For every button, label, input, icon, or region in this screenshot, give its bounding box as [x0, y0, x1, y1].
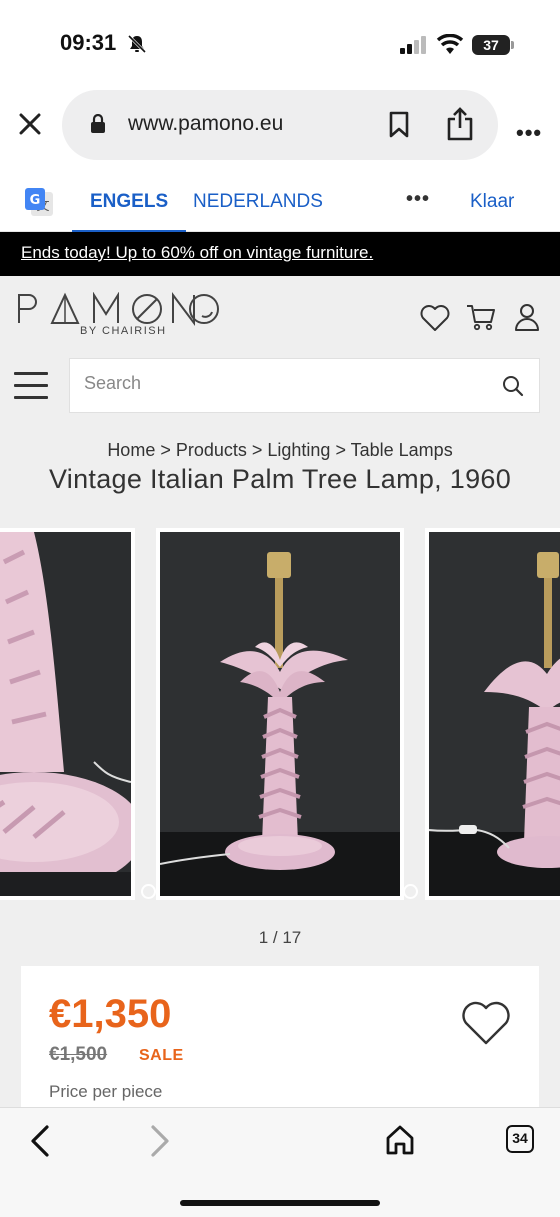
close-icon[interactable] — [18, 112, 42, 136]
menu-icon[interactable] — [14, 372, 48, 400]
current-price: €1,350 — [49, 992, 172, 1036]
lamp-side-image — [429, 532, 560, 896]
product-photo[interactable] — [425, 528, 560, 900]
gallery-dot[interactable] — [141, 884, 156, 899]
svg-text:G: G — [30, 193, 41, 208]
site-content: BY CHAIRISH Home > Products > Lighting >… — [0, 276, 560, 1217]
search-icon[interactable] — [502, 375, 524, 397]
url-text[interactable]: www.pamono.eu — [128, 112, 283, 136]
bell-muted-icon — [127, 34, 147, 54]
tab-target-language[interactable]: NEDERLANDS — [193, 191, 323, 213]
favorite-heart-icon[interactable] — [461, 1000, 511, 1046]
page-title: Vintage Italian Palm Tree Lamp, 1960 — [48, 464, 512, 494]
search-bar[interactable] — [69, 358, 540, 413]
lamp-full-image — [160, 532, 400, 896]
product-photo[interactable] — [156, 528, 404, 900]
cart-icon[interactable] — [465, 302, 497, 332]
lamp-closeup-image — [0, 532, 131, 896]
sale-badge: SALE — [139, 1047, 184, 1064]
wishlist-heart-icon[interactable] — [420, 304, 450, 332]
home-indicator — [180, 1200, 380, 1206]
price-note: Price per piece — [49, 1082, 163, 1101]
home-icon[interactable] — [385, 1124, 415, 1156]
bookmark-icon[interactable] — [388, 111, 410, 139]
tab-count-button[interactable]: 34 — [506, 1125, 534, 1153]
google-translate-icon: 文 G — [25, 188, 53, 216]
promo-banner[interactable]: Ends today! Up to 60% off on vintage fur… — [0, 232, 560, 276]
product-photo[interactable] — [0, 528, 135, 900]
battery-tip — [511, 41, 514, 49]
status-bar: 09:31 37 — [0, 0, 560, 90]
breadcrumb[interactable]: Home > Products > Lighting > Table Lamps — [0, 440, 560, 461]
pamono-logo[interactable] — [16, 292, 221, 326]
back-arrow-icon[interactable] — [28, 1124, 52, 1158]
gallery-counter: 1 / 17 — [258, 928, 302, 947]
search-input[interactable] — [84, 373, 484, 394]
status-time: 09:31 — [60, 30, 117, 55]
more-options-icon[interactable]: ••• — [516, 120, 542, 146]
translate-bar: 文 G ENGELS NEDERLANDS ••• Klaar — [0, 170, 560, 233]
forward-arrow-icon[interactable] — [148, 1124, 172, 1158]
lock-icon — [91, 114, 105, 133]
browser-url-row: www.pamono.eu ••• — [0, 90, 560, 170]
wifi-icon — [436, 34, 464, 54]
user-account-icon[interactable] — [514, 303, 540, 331]
signal-icon — [400, 36, 426, 54]
translate-more-icon[interactable]: ••• — [406, 188, 430, 211]
logo-subtext: BY CHAIRISH — [80, 325, 167, 337]
browser-toolbar: 34 — [0, 1107, 560, 1217]
address-bar[interactable]: www.pamono.eu — [62, 90, 498, 160]
product-gallery[interactable] — [0, 528, 560, 900]
translate-done-button[interactable]: Klaar — [470, 191, 514, 213]
tab-source-language[interactable]: ENGELS — [71, 191, 187, 233]
gallery-dot[interactable] — [403, 884, 418, 899]
promo-text[interactable]: Ends today! Up to 60% off on vintage fur… — [21, 243, 373, 263]
original-price: €1,500 — [49, 1044, 108, 1065]
battery-indicator: 37 — [472, 35, 510, 55]
share-icon[interactable] — [446, 107, 474, 141]
